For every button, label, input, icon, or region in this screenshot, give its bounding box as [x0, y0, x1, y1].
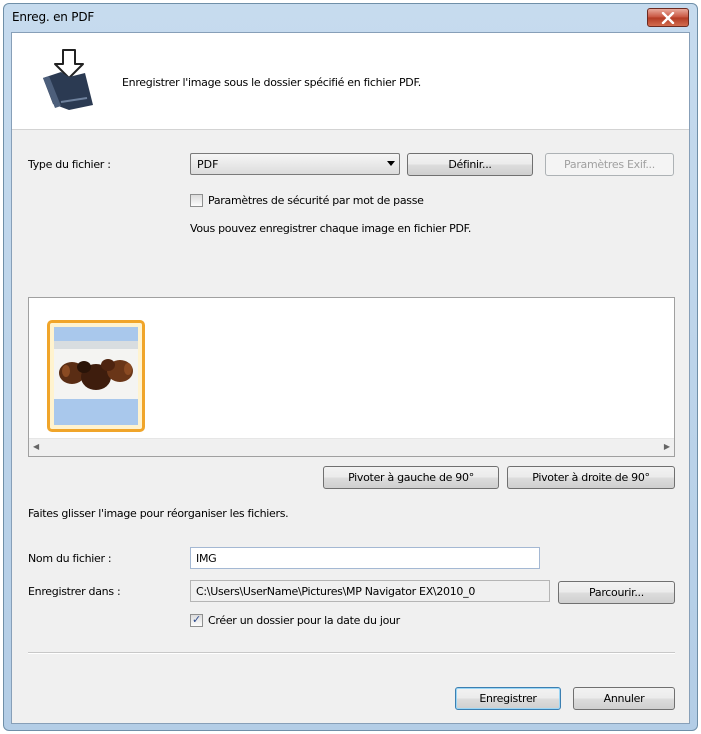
- browse-button[interactable]: Parcourir...: [558, 581, 675, 604]
- date-folder-checkbox[interactable]: ✓: [190, 613, 203, 627]
- thumbnail-item[interactable]: [47, 320, 145, 432]
- close-icon: [661, 11, 675, 24]
- scroll-right-icon[interactable]: ▶: [664, 442, 670, 451]
- dogs-photo: [54, 327, 138, 425]
- banner-description: Enregistrer l'image sous le dossier spéc…: [122, 76, 421, 89]
- drag-hint: Faites glisser l'image pour réorganiser …: [28, 507, 289, 520]
- cancel-button[interactable]: Annuler: [573, 687, 675, 710]
- save-in-label: Enregistrer dans :: [28, 585, 121, 598]
- file-type-select[interactable]: PDF: [190, 153, 400, 175]
- save-in-path-field[interactable]: [190, 580, 550, 602]
- scroll-left-icon[interactable]: ◀: [33, 442, 39, 451]
- title-bar[interactable]: Enreg. en PDF: [4, 4, 697, 32]
- dialog-window: Enreg. en PDF Enregistrer l'image sous l…: [3, 3, 698, 731]
- info-text: Vous pouvez enregistrer chaque image en …: [190, 222, 472, 235]
- date-folder-label: Créer un dossier pour la date du jour: [208, 614, 400, 627]
- password-security-label: Paramètres de sécurité par mot de passe: [208, 194, 424, 207]
- checkmark-icon: ✓: [192, 613, 202, 626]
- image-list[interactable]: IMG ◀ ▶: [28, 297, 675, 459]
- exif-settings-button[interactable]: Paramètres Exif...: [545, 153, 674, 176]
- file-name-label: Nom du fichier :: [28, 552, 112, 565]
- rotate-right-button[interactable]: Pivoter à droite de 90°: [507, 466, 675, 489]
- chevron-down-icon: [387, 161, 395, 166]
- rotate-left-button[interactable]: Pivoter à gauche de 90°: [323, 466, 499, 489]
- save-to-folder-icon: [43, 49, 93, 110]
- define-button[interactable]: Définir...: [407, 153, 533, 176]
- horizontal-scrollbar[interactable]: ◀ ▶: [29, 438, 674, 456]
- footer-divider: [28, 652, 675, 654]
- file-type-value: PDF: [197, 158, 219, 171]
- save-button[interactable]: Enregistrer: [455, 687, 561, 710]
- dialog-body: Enregistrer l'image sous le dossier spéc…: [11, 32, 690, 724]
- close-button[interactable]: [647, 8, 689, 27]
- file-name-input[interactable]: [190, 547, 540, 569]
- window-title: Enreg. en PDF: [12, 10, 95, 24]
- file-type-label: Type du fichier :: [28, 158, 111, 171]
- header-banner: Enregistrer l'image sous le dossier spéc…: [12, 33, 689, 130]
- password-security-checkbox[interactable]: [190, 194, 203, 207]
